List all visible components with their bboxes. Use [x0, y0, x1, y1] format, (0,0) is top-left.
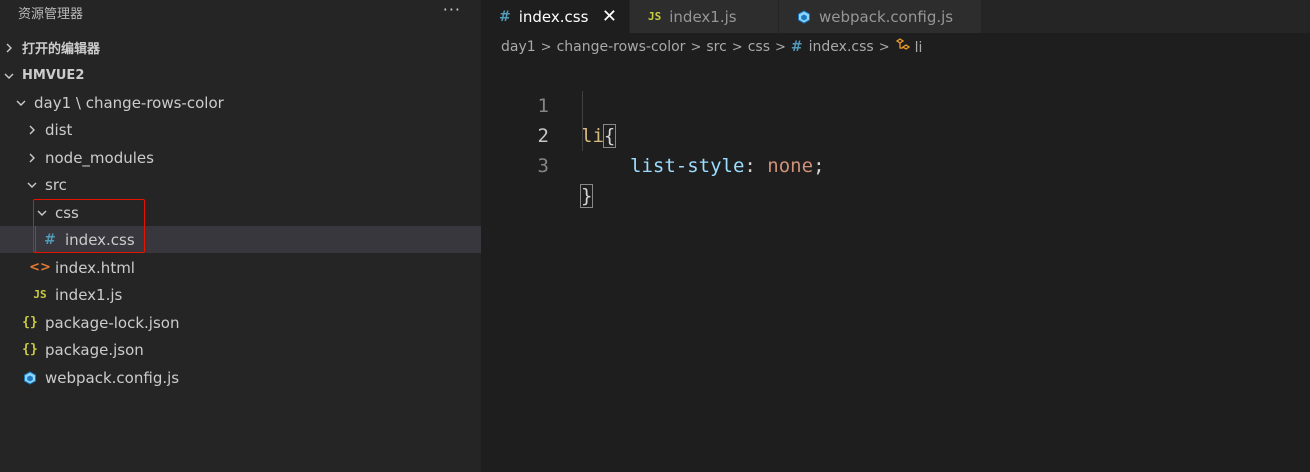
- colon: :: [744, 155, 756, 177]
- tree-file-index-html[interactable]: <> index.html: [0, 254, 481, 281]
- breadcrumb-symbol[interactable]: li: [895, 38, 923, 56]
- chevron-right-icon: [2, 41, 16, 55]
- webpack-file-icon: [21, 369, 39, 387]
- css-file-icon: #: [790, 39, 803, 55]
- tree-item-label: css: [55, 203, 79, 222]
- js-file-icon: JS: [33, 288, 47, 301]
- breadcrumb-separator: >: [731, 39, 743, 55]
- tree-indent-guide: [35, 226, 36, 253]
- workspace-label: HMVUE2: [22, 68, 85, 83]
- breadcrumb: day1 > change-rows-color > src > css > #…: [501, 35, 922, 59]
- tree-item-label: index1.js: [55, 285, 123, 304]
- tree-item-label: node_modules: [45, 148, 154, 167]
- tab-label: index1.js: [669, 7, 737, 26]
- chevron-down-icon: [25, 178, 39, 192]
- line-content: }: [579, 181, 594, 211]
- line-content: list-style: none;: [630, 151, 825, 181]
- open-editors-label: 打开的编辑器: [22, 42, 101, 57]
- css-property: list-style: [630, 155, 745, 177]
- breadcrumb-item[interactable]: day1: [501, 39, 536, 55]
- css-value: none: [767, 155, 814, 177]
- chevron-down-icon: [35, 206, 49, 220]
- tree-folder-src[interactable]: src: [0, 171, 481, 198]
- webpack-file-icon: [797, 9, 811, 24]
- breadcrumb-item[interactable]: css: [748, 39, 770, 55]
- code-indent-guide: [582, 91, 583, 151]
- tree-file-index1-js[interactable]: JS index1.js: [0, 281, 481, 308]
- json-file-icon: {}: [22, 342, 38, 357]
- tree-item-label: src: [45, 175, 67, 194]
- tree-item-label: package-lock.json: [45, 313, 180, 332]
- workspace-section[interactable]: HMVUE2: [0, 62, 481, 89]
- chevron-down-icon: [2, 69, 16, 83]
- breadcrumb-file-label: index.css: [808, 39, 874, 55]
- tree-item-label: dist: [45, 120, 73, 139]
- tree-folder-day1[interactable]: day1 \ change-rows-color: [0, 89, 481, 116]
- tree-item-label: webpack.config.js: [45, 368, 180, 387]
- code-editor[interactable]: 1 li{ 2 list-style: none; 3 }: [481, 61, 1310, 208]
- tree-file-index-css[interactable]: # index.css: [0, 226, 481, 253]
- tree-file-package-lock-json[interactable]: {} package-lock.json: [0, 309, 481, 336]
- tab-label: webpack.config.js: [819, 7, 954, 26]
- breadcrumb-separator: >: [775, 39, 786, 55]
- explorer-header: 资源管理器 ···: [0, 0, 481, 24]
- tree-item-label: index.html: [55, 258, 135, 277]
- tab-webpack-config[interactable]: webpack.config.js: [779, 0, 982, 33]
- tree-file-webpack-config[interactable]: webpack.config.js: [0, 364, 481, 391]
- breadcrumb-item[interactable]: src: [706, 39, 726, 55]
- close-brace: }: [579, 184, 594, 208]
- explorer-sidebar: 资源管理器 ··· 打开的编辑器 HMVUE2 day1 \ change-ro…: [0, 0, 481, 472]
- breadcrumb-item[interactable]: change-rows-color: [557, 39, 686, 55]
- js-file-icon: JS: [648, 10, 662, 23]
- tree-file-package-json[interactable]: {} package.json: [0, 336, 481, 363]
- chevron-right-icon: [25, 123, 39, 137]
- tree-folder-dist[interactable]: dist: [0, 116, 481, 143]
- json-file-icon: {}: [22, 315, 38, 330]
- breadcrumb-separator: >: [540, 39, 552, 55]
- chevron-right-icon: [25, 151, 39, 165]
- css-file-icon: #: [499, 8, 511, 25]
- close-icon[interactable]: ✕: [602, 6, 617, 27]
- explorer-title: 资源管理器: [18, 6, 84, 22]
- semicolon: ;: [813, 155, 825, 177]
- breadcrumb-file[interactable]: # index.css: [791, 39, 874, 55]
- tree-folder-css[interactable]: css: [0, 199, 481, 226]
- editor-area: # index.css ✕ JS index1.js webpack.confi…: [481, 0, 1310, 472]
- css-file-icon: #: [44, 231, 56, 248]
- breadcrumb-separator: >: [690, 39, 702, 55]
- code-line: 3 }: [481, 121, 1310, 208]
- breadcrumb-symbol-label: li: [914, 40, 923, 56]
- symbol-class-icon: [895, 38, 911, 52]
- editor-tabs: # index.css ✕ JS index1.js webpack.confi…: [481, 0, 1310, 33]
- code-line: 1 li{: [481, 61, 1310, 148]
- tree-item-label: package.json: [45, 340, 144, 359]
- breadcrumb-separator: >: [878, 39, 890, 55]
- tab-label: index.css: [518, 7, 589, 26]
- line-number: 3: [537, 155, 549, 177]
- tree-item-label: day1 \ change-rows-color: [34, 93, 224, 112]
- code-line: 2 list-style: none;: [481, 91, 1310, 177]
- html-file-icon: <>: [29, 260, 51, 275]
- tab-index1-js[interactable]: JS index1.js: [630, 0, 779, 33]
- more-actions-icon[interactable]: ···: [443, 0, 461, 19]
- open-editors-section[interactable]: 打开的编辑器: [0, 34, 481, 61]
- tree-item-label: index.css: [65, 230, 135, 249]
- chevron-down-icon: [14, 96, 28, 110]
- tree-folder-node-modules[interactable]: node_modules: [0, 144, 481, 171]
- tab-index-css[interactable]: # index.css ✕: [481, 0, 630, 33]
